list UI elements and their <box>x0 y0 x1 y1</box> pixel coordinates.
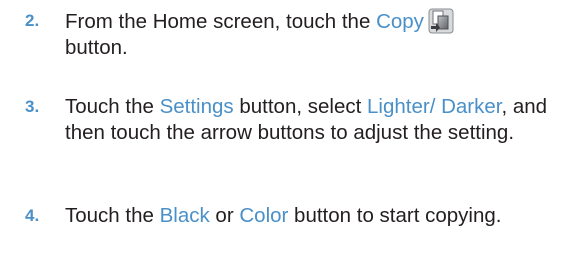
step-text-segment: or <box>209 204 240 227</box>
copy-icon <box>428 8 454 34</box>
step-text-segment: Touch the <box>65 204 160 227</box>
step-text: From the Home screen, touch the Copy but… <box>65 8 580 61</box>
step-text-segment: button to start copying. <box>288 204 502 227</box>
step-number: 4. <box>25 206 40 225</box>
step-text-segment: button, select <box>233 95 368 118</box>
copy-button-label: Copy <box>376 10 424 33</box>
step-text-segment: button. <box>65 36 128 59</box>
step-text: Touch the Black or Color button to start… <box>65 203 580 229</box>
color-button-label: Color <box>239 204 289 227</box>
step-text: Touch the Settings button, select Lighte… <box>65 94 580 146</box>
black-button-label: Black <box>159 204 210 227</box>
step-text-segment: Touch the <box>65 95 160 118</box>
step-number: 2. <box>25 11 40 30</box>
settings-button-label: Settings <box>159 95 234 118</box>
step-text-segment: From the Home screen, touch the <box>65 10 377 33</box>
lighter-darker-label: Lighter/ Darker <box>367 95 502 118</box>
step-number: 3. <box>25 97 40 116</box>
